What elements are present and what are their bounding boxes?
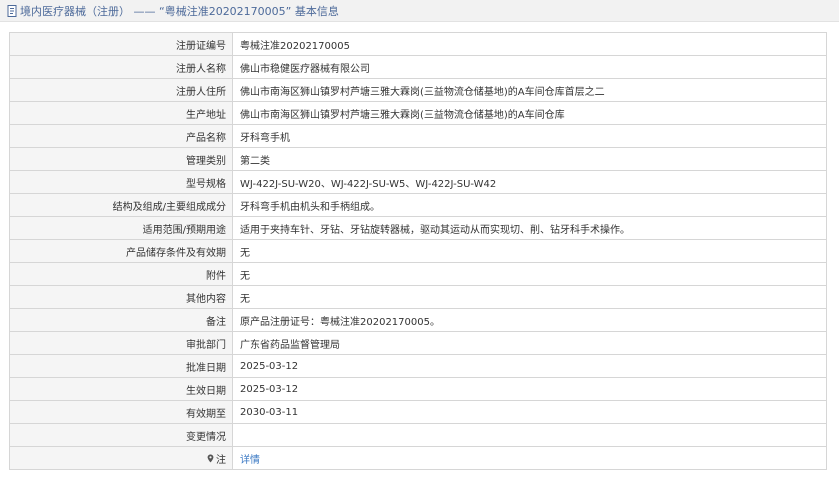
table-row: 其他内容 无 xyxy=(9,285,827,309)
table-row: 注册人住所 佛山市南海区狮山镇罗村芦塘三雅大霖岗(三益物流仓储基地)的A车间仓库… xyxy=(9,78,827,102)
info-table-container: 注册证编号 粤械注准20202170005 注册人名称 佛山市稳健医疗器械有限公… xyxy=(9,32,827,470)
table-row: 生产地址 佛山市南海区狮山镇罗村芦塘三雅大霖岗(三益物流仓储基地)的A车间仓库 xyxy=(9,101,827,125)
note-value-cell: 详情 xyxy=(232,446,827,470)
table-row: 结构及组成/主要组成成分 牙科弯手机由机头和手柄组成。 xyxy=(9,193,827,217)
row-label: 适用范围/预期用途 xyxy=(9,216,233,240)
row-label: 审批部门 xyxy=(9,331,233,355)
table-row: 注册人名称 佛山市稳健医疗器械有限公司 xyxy=(9,55,827,79)
row-label: 注册人名称 xyxy=(9,55,233,79)
row-value: 2025-03-12 xyxy=(232,377,827,401)
table-row: 适用范围/预期用途 适用于夹持车针、牙钻、牙钻旋转器械，驱动其运动从而实现切、削… xyxy=(9,216,827,240)
info-table: 注册证编号 粤械注准20202170005 注册人名称 佛山市稳健医疗器械有限公… xyxy=(9,32,827,470)
page-title: 境内医疗器械（注册） —— “粤械注准20202170005” 基本信息 xyxy=(20,4,339,18)
row-value: 适用于夹持车针、牙钻、牙钻旋转器械，驱动其运动从而实现切、削、钻牙科手术操作。 xyxy=(232,216,827,240)
row-label: 附件 xyxy=(9,262,233,286)
row-label: 产品储存条件及有效期 xyxy=(9,239,233,263)
location-pin-icon xyxy=(207,454,214,463)
row-value: 牙科弯手机由机头和手柄组成。 xyxy=(232,193,827,217)
row-label: 注册人住所 xyxy=(9,78,233,102)
note-label: 注 xyxy=(207,451,226,466)
table-row: 产品名称 牙科弯手机 xyxy=(9,124,827,148)
row-value: 牙科弯手机 xyxy=(232,124,827,148)
row-label: 批准日期 xyxy=(9,354,233,378)
row-value: 广东省药品监督管理局 xyxy=(232,331,827,355)
table-row: 注册证编号 粤械注准20202170005 xyxy=(9,32,827,56)
row-label: 生产地址 xyxy=(9,101,233,125)
row-value: 2030-03-11 xyxy=(232,400,827,424)
row-value: 佛山市稳健医疗器械有限公司 xyxy=(232,55,827,79)
row-label: 结构及组成/主要组成成分 xyxy=(9,193,233,217)
document-icon xyxy=(7,4,18,17)
row-value: 原产品注册证号：粤械注准20202170005。 xyxy=(232,308,827,332)
title-bar: 境内医疗器械（注册） —— “粤械注准20202170005” 基本信息 xyxy=(0,0,839,22)
table-row: 有效期至 2030-03-11 xyxy=(9,400,827,424)
row-label: 备注 xyxy=(9,308,233,332)
row-value: WJ-422J-SU-W20、WJ-422J-SU-W5、WJ-422J-SU-… xyxy=(232,170,827,194)
row-label: 变更情况 xyxy=(9,423,233,447)
table-row: 生效日期 2025-03-12 xyxy=(9,377,827,401)
row-value: 无 xyxy=(232,285,827,309)
table-row: 批准日期 2025-03-12 xyxy=(9,354,827,378)
row-value: 佛山市南海区狮山镇罗村芦塘三雅大霖岗(三益物流仓储基地)的A车间仓库首层之二 xyxy=(232,78,827,102)
table-row: 审批部门 广东省药品监督管理局 xyxy=(9,331,827,355)
row-label: 产品名称 xyxy=(9,124,233,148)
table-row: 型号规格 WJ-422J-SU-W20、WJ-422J-SU-W5、WJ-422… xyxy=(9,170,827,194)
row-value: 无 xyxy=(232,262,827,286)
table-row: 备注 原产品注册证号：粤械注准20202170005。 xyxy=(9,308,827,332)
row-label: 其他内容 xyxy=(9,285,233,309)
note-label-cell: 注 xyxy=(9,446,233,470)
details-link[interactable]: 详情 xyxy=(240,455,260,466)
row-label: 注册证编号 xyxy=(9,32,233,56)
row-value: 第二类 xyxy=(232,147,827,171)
row-value xyxy=(232,423,827,447)
row-value: 2025-03-12 xyxy=(232,354,827,378)
note-row: 注 详情 xyxy=(9,446,827,470)
row-label: 管理类别 xyxy=(9,147,233,171)
table-row: 管理类别 第二类 xyxy=(9,147,827,171)
row-label: 有效期至 xyxy=(9,400,233,424)
row-label: 生效日期 xyxy=(9,377,233,401)
row-label: 型号规格 xyxy=(9,170,233,194)
table-row: 附件 无 xyxy=(9,262,827,286)
table-row: 变更情况 xyxy=(9,423,827,447)
row-value: 佛山市南海区狮山镇罗村芦塘三雅大霖岗(三益物流仓储基地)的A车间仓库 xyxy=(232,101,827,125)
row-value: 粤械注准20202170005 xyxy=(232,32,827,56)
table-row: 产品储存条件及有效期 无 xyxy=(9,239,827,263)
note-label-text: 注 xyxy=(216,454,226,466)
row-value: 无 xyxy=(232,239,827,263)
